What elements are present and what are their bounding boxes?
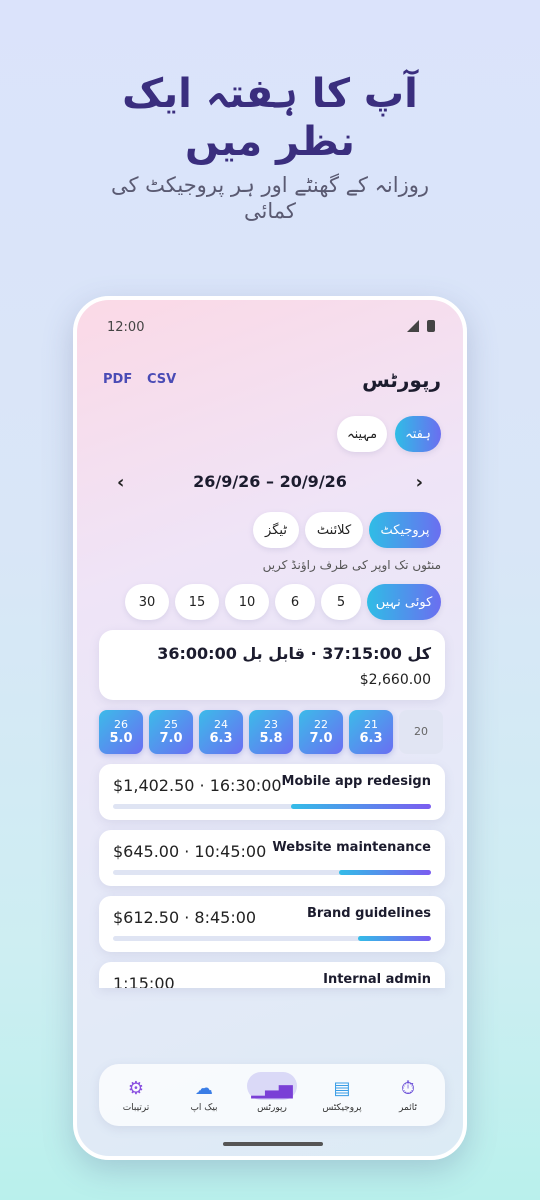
project-name: Website maintenance (272, 840, 431, 855)
tab-label: ترتیبات (122, 1102, 150, 1113)
promo-subline: روزانہ کے گھنٹے اور ہر پروجیکٹ کی کمائی (110, 173, 430, 223)
project-row[interactable]: Internal admin 1:15:00 (99, 962, 445, 988)
day-number: 24 (214, 717, 228, 731)
tab-settings[interactable]: ⚙ ترتیبات (109, 1070, 163, 1120)
tab-label: رپورٹس (257, 1102, 287, 1113)
project-bar-track (113, 936, 431, 941)
day-hours: 6.3 (359, 730, 383, 746)
project-name: Mobile app redesign (281, 774, 431, 789)
date-range: 26/9/26 – 20/9/26 (193, 472, 347, 491)
project-stats: $612.50 · 8:45:00 (113, 908, 257, 927)
folders-icon: ▤ (333, 1077, 351, 1099)
project-stats: 1:15:00 (113, 974, 175, 988)
day-cell[interactable]: 24 6.3 (199, 710, 243, 754)
day-cell[interactable]: 23 5.8 (249, 710, 293, 754)
next-week-button[interactable]: › (416, 472, 423, 493)
totals-card: کل 37:15:00 · قابل بل 36:00:00 $2,660.00 (99, 630, 445, 700)
tab-timer[interactable]: ⏱ ٹائمر (381, 1070, 435, 1120)
stopwatch-icon: ⏱ (400, 1077, 416, 1099)
round-option-10[interactable]: 10 (225, 584, 269, 620)
project-row[interactable]: Brand guidelines $612.50 · 8:45:00 (99, 896, 445, 952)
export-pdf-button[interactable]: PDF (103, 372, 132, 387)
day-number: 23 (264, 717, 278, 731)
tab-label: ٹائمر (399, 1102, 417, 1113)
day-cell[interactable]: 22 7.0 (299, 710, 343, 754)
tab-label: بیک اپ (190, 1102, 218, 1113)
tab-projects[interactable]: ▤ پروجیکٹس (315, 1070, 369, 1120)
day-number: 26 (114, 717, 128, 731)
status-icons (407, 320, 435, 332)
status-time: 12:00 (107, 320, 145, 335)
round-option-15[interactable]: 15 (175, 584, 219, 620)
bottom-tab-bar: ⏱ ٹائمر ▤ پروجیکٹس ▁▃▅ رپورٹس ☁ بیک اپ ⚙… (99, 1064, 445, 1126)
group-client-tab[interactable]: کلائنٹ (305, 512, 363, 548)
project-row[interactable]: Mobile app redesign $1,402.50 · 16:30:00 (99, 764, 445, 820)
period-month-tab[interactable]: مہینہ (337, 416, 387, 452)
project-name: Brand guidelines (306, 906, 431, 921)
page-title: رپورٹس (362, 368, 441, 392)
day-hours: 5.0 (109, 730, 133, 746)
project-bar-fill (291, 804, 431, 809)
project-bar-track (113, 804, 431, 809)
export-csv-button[interactable]: CSV (147, 372, 176, 387)
project-stats: $645.00 · 10:45:00 (113, 842, 267, 861)
tab-backup[interactable]: ☁ بیک اپ (177, 1070, 231, 1120)
day-number: 20 (414, 725, 428, 738)
totals-amount: $2,660.00 (359, 672, 431, 688)
day-cell[interactable]: 25 7.0 (149, 710, 193, 754)
battery-icon (427, 320, 435, 332)
day-number: 21 (364, 717, 378, 731)
round-option-30[interactable]: 30 (125, 584, 169, 620)
round-option-5[interactable]: 5 (321, 584, 361, 620)
tab-label: پروجیکٹس (322, 1102, 362, 1113)
gear-icon: ⚙ (127, 1077, 145, 1099)
cloud-upload-icon: ☁ (195, 1077, 213, 1099)
project-row[interactable]: Website maintenance $645.00 · 10:45:00 (99, 830, 445, 886)
day-hours: 7.0 (159, 730, 183, 746)
round-option-6[interactable]: 6 (275, 584, 315, 620)
bar-chart-icon: ▁▃▅ (251, 1077, 293, 1099)
day-hours: 7.0 (309, 730, 333, 746)
signal-icon (407, 320, 419, 332)
day-number: 25 (164, 717, 178, 731)
group-project-tab[interactable]: پروجیکٹ (369, 512, 441, 548)
group-tags-tab[interactable]: ٹیگز (253, 512, 299, 548)
period-week-tab[interactable]: ہفتہ (395, 416, 441, 452)
home-indicator (223, 1142, 323, 1146)
rounding-hint: منٹوں تک اوپر کی طرف راؤنڈ کریں (262, 558, 441, 572)
day-cell[interactable]: 20 (399, 710, 443, 754)
project-stats: $1,402.50 · 16:30:00 (113, 776, 282, 795)
day-number: 22 (314, 717, 328, 731)
project-bar-fill (338, 870, 431, 875)
project-bar-fill (357, 936, 431, 941)
project-name: Internal admin (323, 972, 431, 987)
day-cell[interactable]: 21 6.3 (349, 710, 393, 754)
tab-reports[interactable]: ▁▃▅ رپورٹس (245, 1070, 299, 1120)
day-hours: 5.8 (259, 730, 283, 746)
promo-headline: آپ کا ہفتہ ایک نظر میں (122, 71, 418, 165)
totals-line: کل 37:15:00 · قابل بل 36:00:00 (157, 644, 431, 663)
day-cell[interactable]: 26 5.0 (99, 710, 143, 754)
project-bar-track (113, 870, 431, 875)
phone-frame: 12:00 PDF CSV رپورٹس ہفتہ مہینہ ‹ 26/9/2… (73, 296, 467, 1160)
day-hours: 6.3 (209, 730, 233, 746)
round-option-none[interactable]: کوئی نہیں (367, 584, 441, 620)
